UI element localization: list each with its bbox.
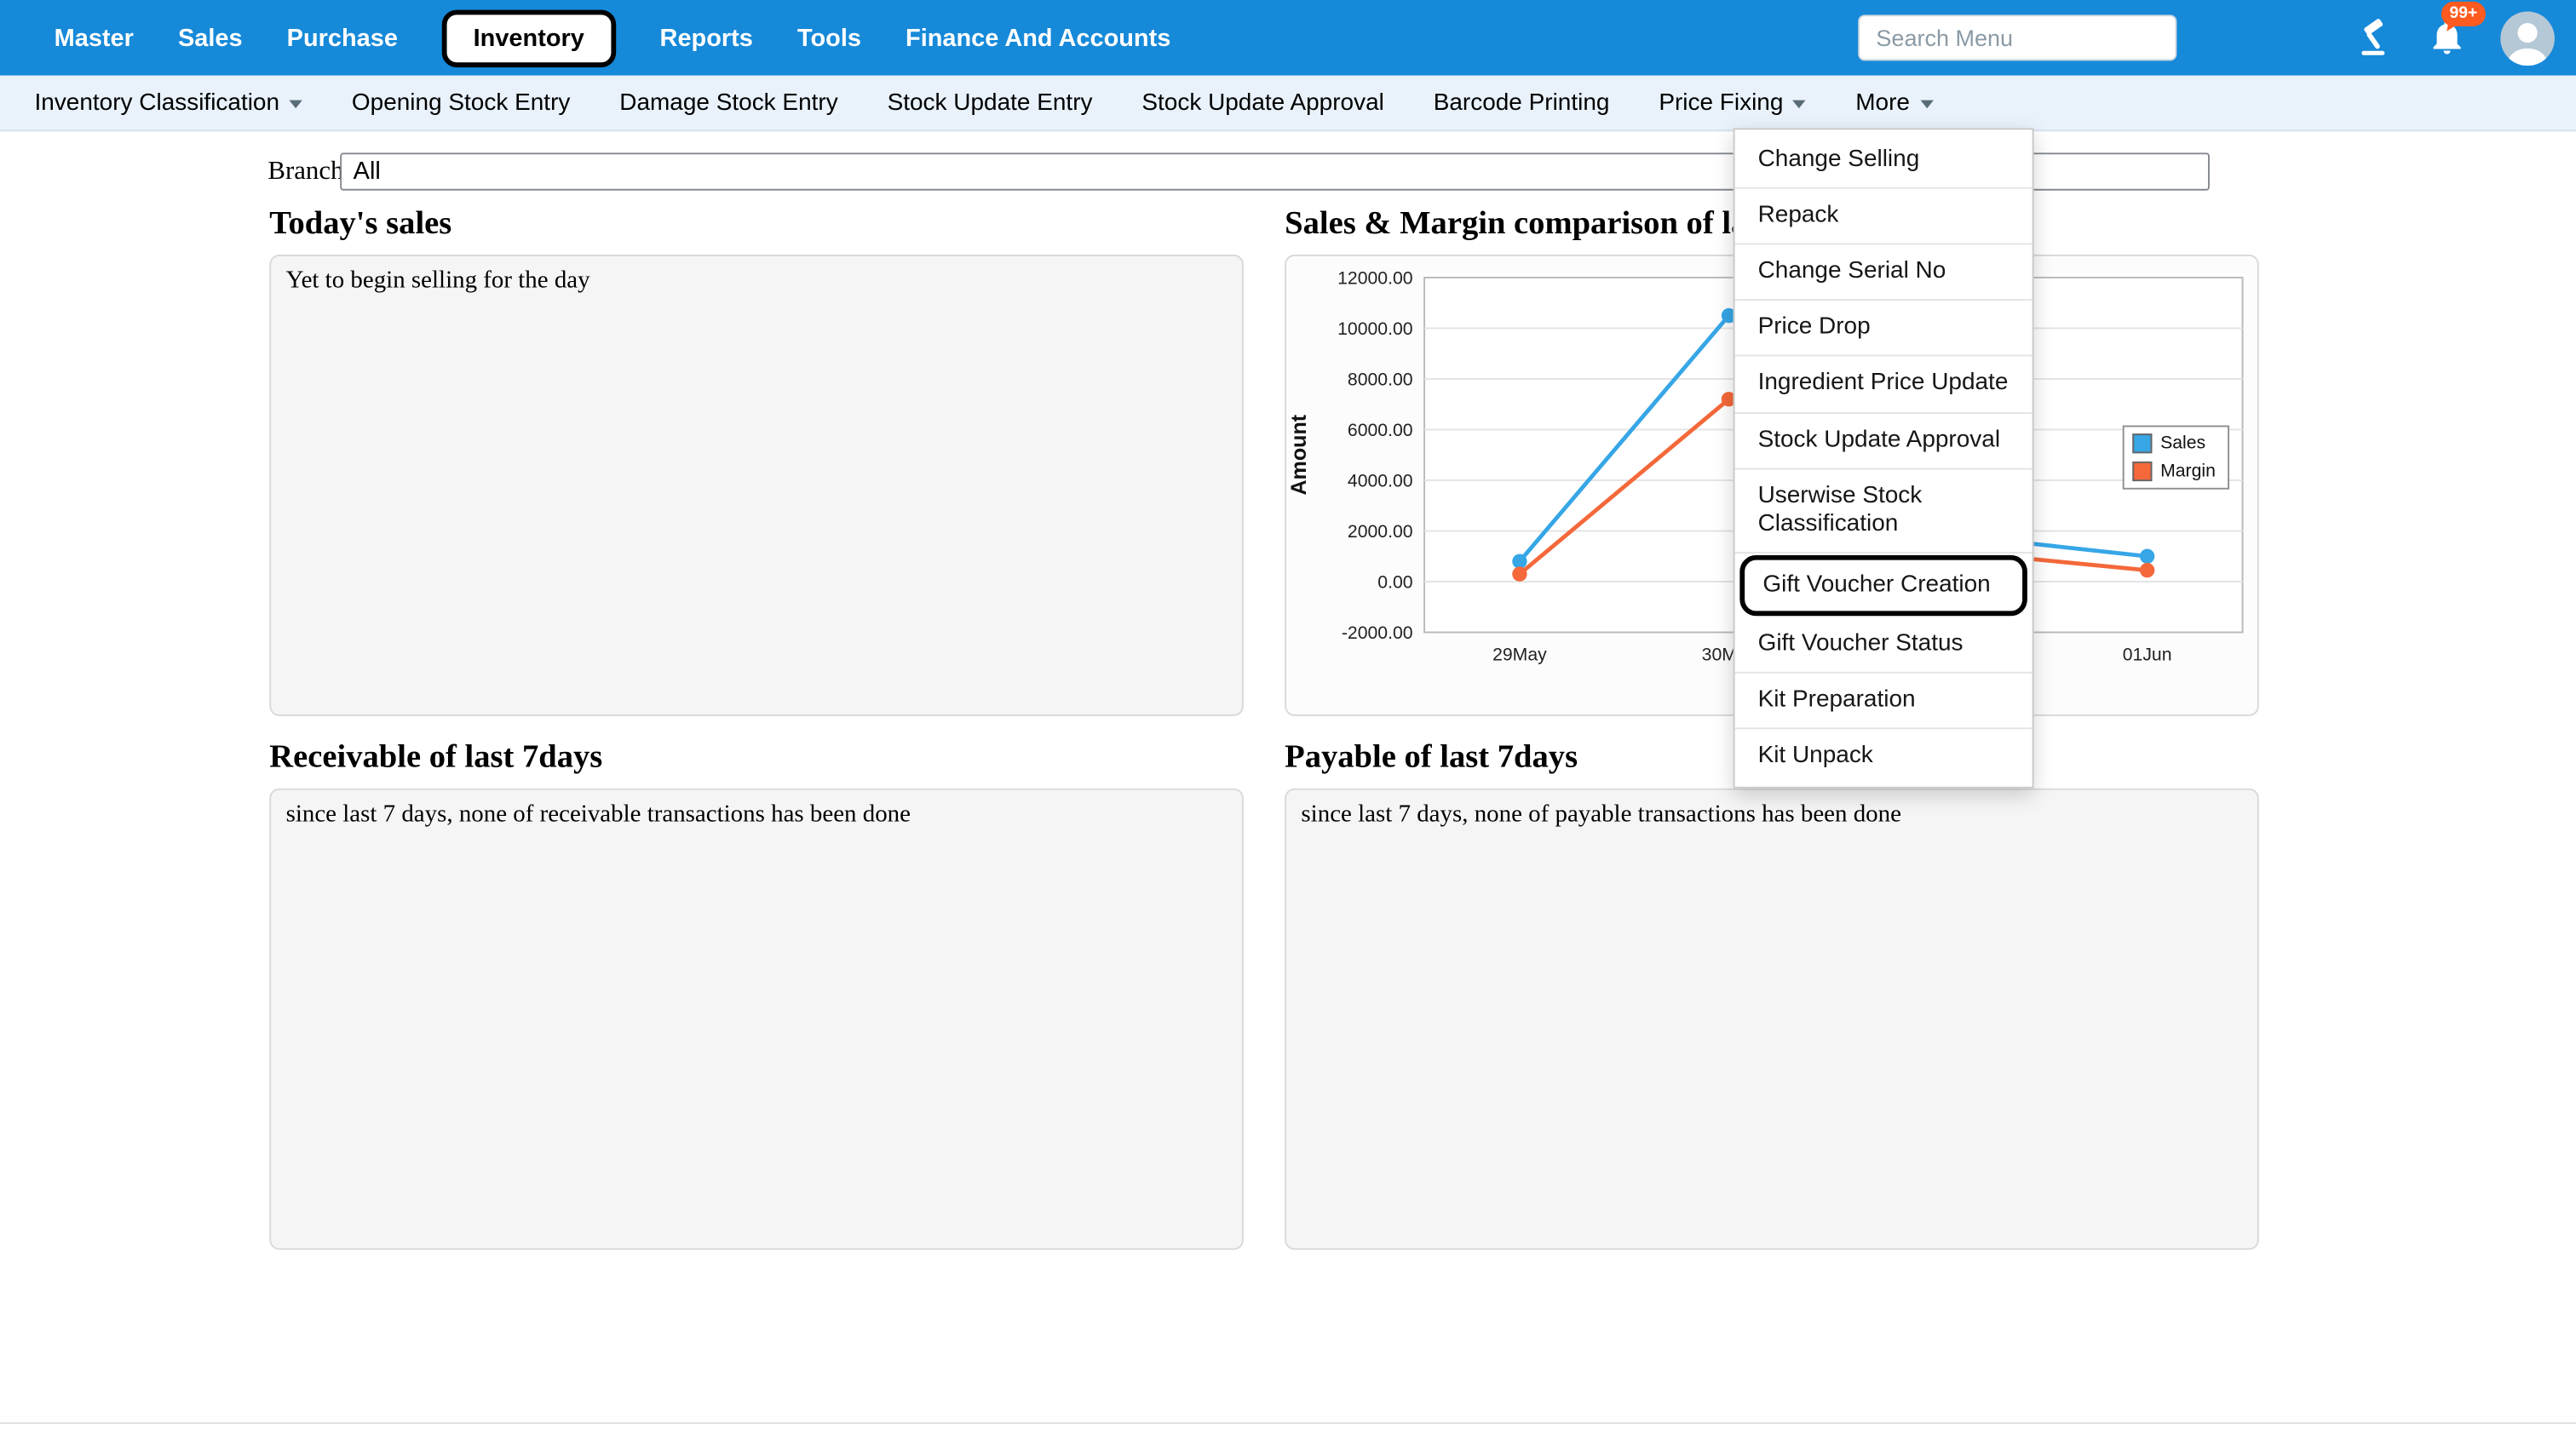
sales-series-swatch [2132, 433, 2152, 453]
menu-item-stock-update-approval[interactable]: Stock Update Approval [1735, 413, 2033, 469]
menu-item-repack[interactable]: Repack [1735, 189, 2033, 245]
subnav-item-barcode-printing[interactable]: Barcode Printing [1434, 89, 1610, 116]
subnav-label: Stock Update Entry [888, 89, 1093, 116]
subnav-item-stock-update-entry[interactable]: Stock Update Entry [888, 89, 1093, 116]
svg-text:4000.00: 4000.00 [1348, 472, 1413, 491]
legend-entry-sales: Sales [2132, 433, 2216, 453]
chevron-down-icon [290, 100, 302, 109]
svg-text:10000.00: 10000.00 [1337, 319, 1412, 339]
subnav-item-opening-stock-entry[interactable]: Opening Stock Entry [352, 89, 570, 116]
nav-item-tools[interactable]: Tools [797, 24, 861, 52]
legend-entry-margin: Margin [2132, 462, 2216, 481]
subnav-label: Inventory Classification [34, 89, 279, 116]
menu-item-change-serial-no[interactable]: Change Serial No [1735, 245, 2033, 301]
svg-text:12000.00: 12000.00 [1337, 269, 1412, 289]
subnav-label: Opening Stock Entry [352, 89, 570, 116]
todays-sales-title: Today's sales [269, 205, 451, 243]
receivable-message: since last 7 days, none of receivable tr… [271, 790, 1242, 841]
user-avatar-icon[interactable] [2500, 11, 2555, 66]
subnav-label: Price Fixing [1659, 89, 1783, 116]
payable-message: since last 7 days, none of payable trans… [1286, 790, 2257, 841]
footer-divider [0, 1422, 2576, 1424]
menu-item-kit-preparation[interactable]: Kit Preparation [1735, 674, 2033, 730]
inventory-sub-nav: Inventory Classification Opening Stock E… [0, 76, 2576, 132]
gavel-icon[interactable] [2355, 16, 2397, 59]
svg-text:01Jun: 01Jun [2123, 645, 2172, 664]
more-dropdown-menu: Change Selling Repack Change Serial No P… [1734, 128, 2034, 789]
svg-text:8000.00: 8000.00 [1348, 370, 1413, 390]
subnav-item-damage-stock-entry[interactable]: Damage Stock Entry [619, 89, 837, 116]
subnav-label: Barcode Printing [1434, 89, 1610, 116]
margin-series-swatch [2132, 462, 2152, 481]
payable-panel: since last 7 days, none of payable trans… [1285, 789, 2259, 1250]
menu-item-price-drop[interactable]: Price Drop [1735, 301, 2033, 358]
subnav-label: Damage Stock Entry [619, 89, 837, 116]
menu-item-ingredient-price-update[interactable]: Ingredient Price Update [1735, 357, 2033, 413]
subnav-label: More [1855, 89, 1910, 116]
chevron-down-icon [1920, 100, 1933, 109]
svg-text:Amount: Amount [1287, 414, 1311, 495]
subnav-item-stock-update-approval[interactable]: Stock Update Approval [1141, 89, 1383, 116]
receivable-panel: since last 7 days, none of receivable tr… [269, 789, 1244, 1250]
svg-text:29May: 29May [1492, 645, 1547, 664]
branch-label: Branch [267, 158, 343, 187]
nav-item-inventory[interactable]: Inventory [442, 9, 615, 66]
chart-legend: Sales Margin [2123, 425, 2229, 489]
menu-item-gift-voucher-status[interactable]: Gift Voucher Status [1735, 617, 2033, 674]
todays-sales-message: Yet to begin selling for the day [271, 256, 1242, 307]
legend-label: Margin [2160, 462, 2216, 481]
app-window: Master Sales Purchase Inventory Reports … [0, 0, 2576, 1429]
legend-label: Sales [2160, 433, 2205, 453]
chevron-down-icon [1793, 100, 1806, 109]
menu-item-kit-unpack[interactable]: Kit Unpack [1735, 730, 2033, 784]
subnav-item-more[interactable]: More [1855, 89, 1933, 116]
nav-item-sales[interactable]: Sales [178, 24, 243, 52]
top-nav-bar: Master Sales Purchase Inventory Reports … [0, 0, 2576, 76]
subnav-label: Stock Update Approval [1141, 89, 1383, 116]
svg-text:6000.00: 6000.00 [1348, 421, 1413, 440]
nav-item-master[interactable]: Master [55, 24, 134, 52]
notification-badge[interactable]: 99+ [2441, 2, 2486, 26]
top-nav-items: Master Sales Purchase Inventory Reports … [55, 0, 1171, 76]
receivable-title: Receivable of last 7days [269, 739, 602, 777]
payable-title: Payable of last 7days [1285, 739, 1578, 777]
search-input[interactable] [1858, 14, 2176, 60]
nav-item-purchase[interactable]: Purchase [287, 24, 398, 52]
subnav-item-price-fixing[interactable]: Price Fixing [1659, 89, 1806, 116]
subnav-item-inventory-classification[interactable]: Inventory Classification [34, 89, 302, 116]
branch-select-value: All [354, 158, 381, 186]
menu-item-userwise-stock-classification[interactable]: Userwise Stock Classification [1735, 469, 2033, 554]
svg-text:-2000.00: -2000.00 [1342, 623, 1413, 643]
menu-item-gift-voucher-creation[interactable]: Gift Voucher Creation [1739, 555, 2027, 617]
nav-item-finance-and-accounts[interactable]: Finance And Accounts [906, 24, 1170, 52]
sales-margin-title: Sales & Margin comparison of last [1285, 205, 1771, 243]
menu-item-change-selling[interactable]: Change Selling [1735, 133, 2033, 189]
svg-text:0.00: 0.00 [1377, 573, 1412, 593]
svg-text:2000.00: 2000.00 [1348, 522, 1413, 542]
todays-sales-panel: Yet to begin selling for the day [269, 255, 1244, 716]
nav-item-reports[interactable]: Reports [660, 24, 753, 52]
